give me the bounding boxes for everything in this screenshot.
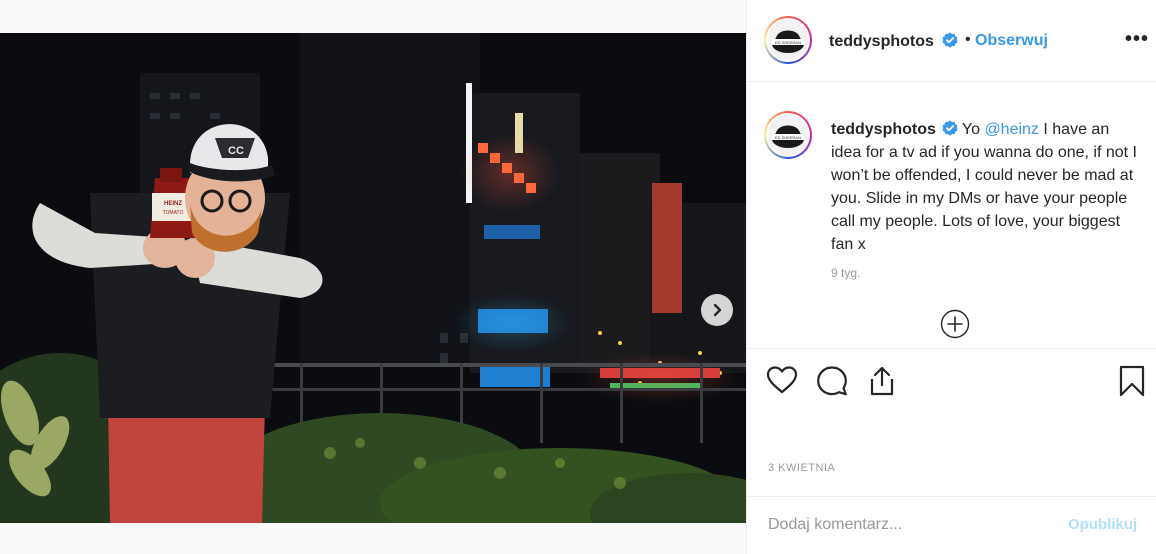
post-header: ED SHEERAN teddysphotos • Obserwuj ••• xyxy=(747,0,1156,82)
save-button[interactable] xyxy=(1119,365,1145,402)
mention-link[interactable]: @heinz xyxy=(984,121,1039,138)
svg-text:ED SHEERAN: ED SHEERAN xyxy=(775,135,801,140)
follow-button[interactable]: Obserwuj xyxy=(975,32,1048,50)
post-caption: teddysphotos Yo @heinz I have an idea fo… xyxy=(831,118,1141,256)
comment-button[interactable] xyxy=(816,365,848,402)
comment-icon xyxy=(817,366,847,396)
post-media[interactable]: HEINZ TOMATO CC xyxy=(0,33,746,523)
svg-text:CC: CC xyxy=(228,145,244,157)
post-side-panel: ED SHEERAN teddysphotos • Obserwuj ••• E… xyxy=(746,0,1156,554)
caption-time[interactable]: 9 tyg. xyxy=(831,266,860,280)
caption-avatar[interactable]: ED SHEERAN xyxy=(764,111,812,159)
heart-icon xyxy=(766,366,798,394)
svg-text:TOMATO: TOMATO xyxy=(163,210,184,216)
avatar-image: ED SHEERAN xyxy=(772,30,804,53)
add-comment-bar: Opublikuj xyxy=(747,496,1156,554)
separator: • xyxy=(965,31,971,48)
caption-username[interactable]: teddysphotos xyxy=(831,121,936,138)
plus-circle-icon xyxy=(940,309,970,339)
load-more-comments-button[interactable] xyxy=(940,309,970,339)
avatar-image: ED SHEERAN xyxy=(772,125,804,148)
like-button[interactable] xyxy=(766,365,798,400)
more-options-button[interactable]: ••• xyxy=(1125,28,1149,51)
chevron-right-icon xyxy=(713,303,722,317)
publish-button[interactable]: Opublikuj xyxy=(1068,516,1137,533)
post-photo: HEINZ TOMATO CC xyxy=(0,33,746,523)
avatar[interactable]: ED SHEERAN xyxy=(764,16,812,64)
svg-text:ED SHEERAN: ED SHEERAN xyxy=(775,40,801,45)
share-icon xyxy=(870,366,894,396)
caption-text-start: Yo xyxy=(961,121,985,138)
caption-text-rest: I have an idea for a tv ad if you wanna … xyxy=(831,121,1137,253)
comments-section: ED SHEERAN teddysphotos Yo @heinz I have… xyxy=(747,83,1156,349)
comment-input[interactable] xyxy=(768,513,1048,537)
post-date[interactable]: 3 KWIETNIA xyxy=(768,462,835,474)
verified-badge-icon xyxy=(942,120,958,136)
bookmark-icon xyxy=(1119,365,1145,397)
share-button[interactable] xyxy=(867,365,897,402)
verified-badge-icon xyxy=(942,32,958,48)
post-username[interactable]: teddysphotos xyxy=(829,32,958,51)
svg-text:HEINZ: HEINZ xyxy=(164,201,182,207)
next-photo-button[interactable] xyxy=(701,294,733,326)
post-actions xyxy=(747,349,1156,409)
